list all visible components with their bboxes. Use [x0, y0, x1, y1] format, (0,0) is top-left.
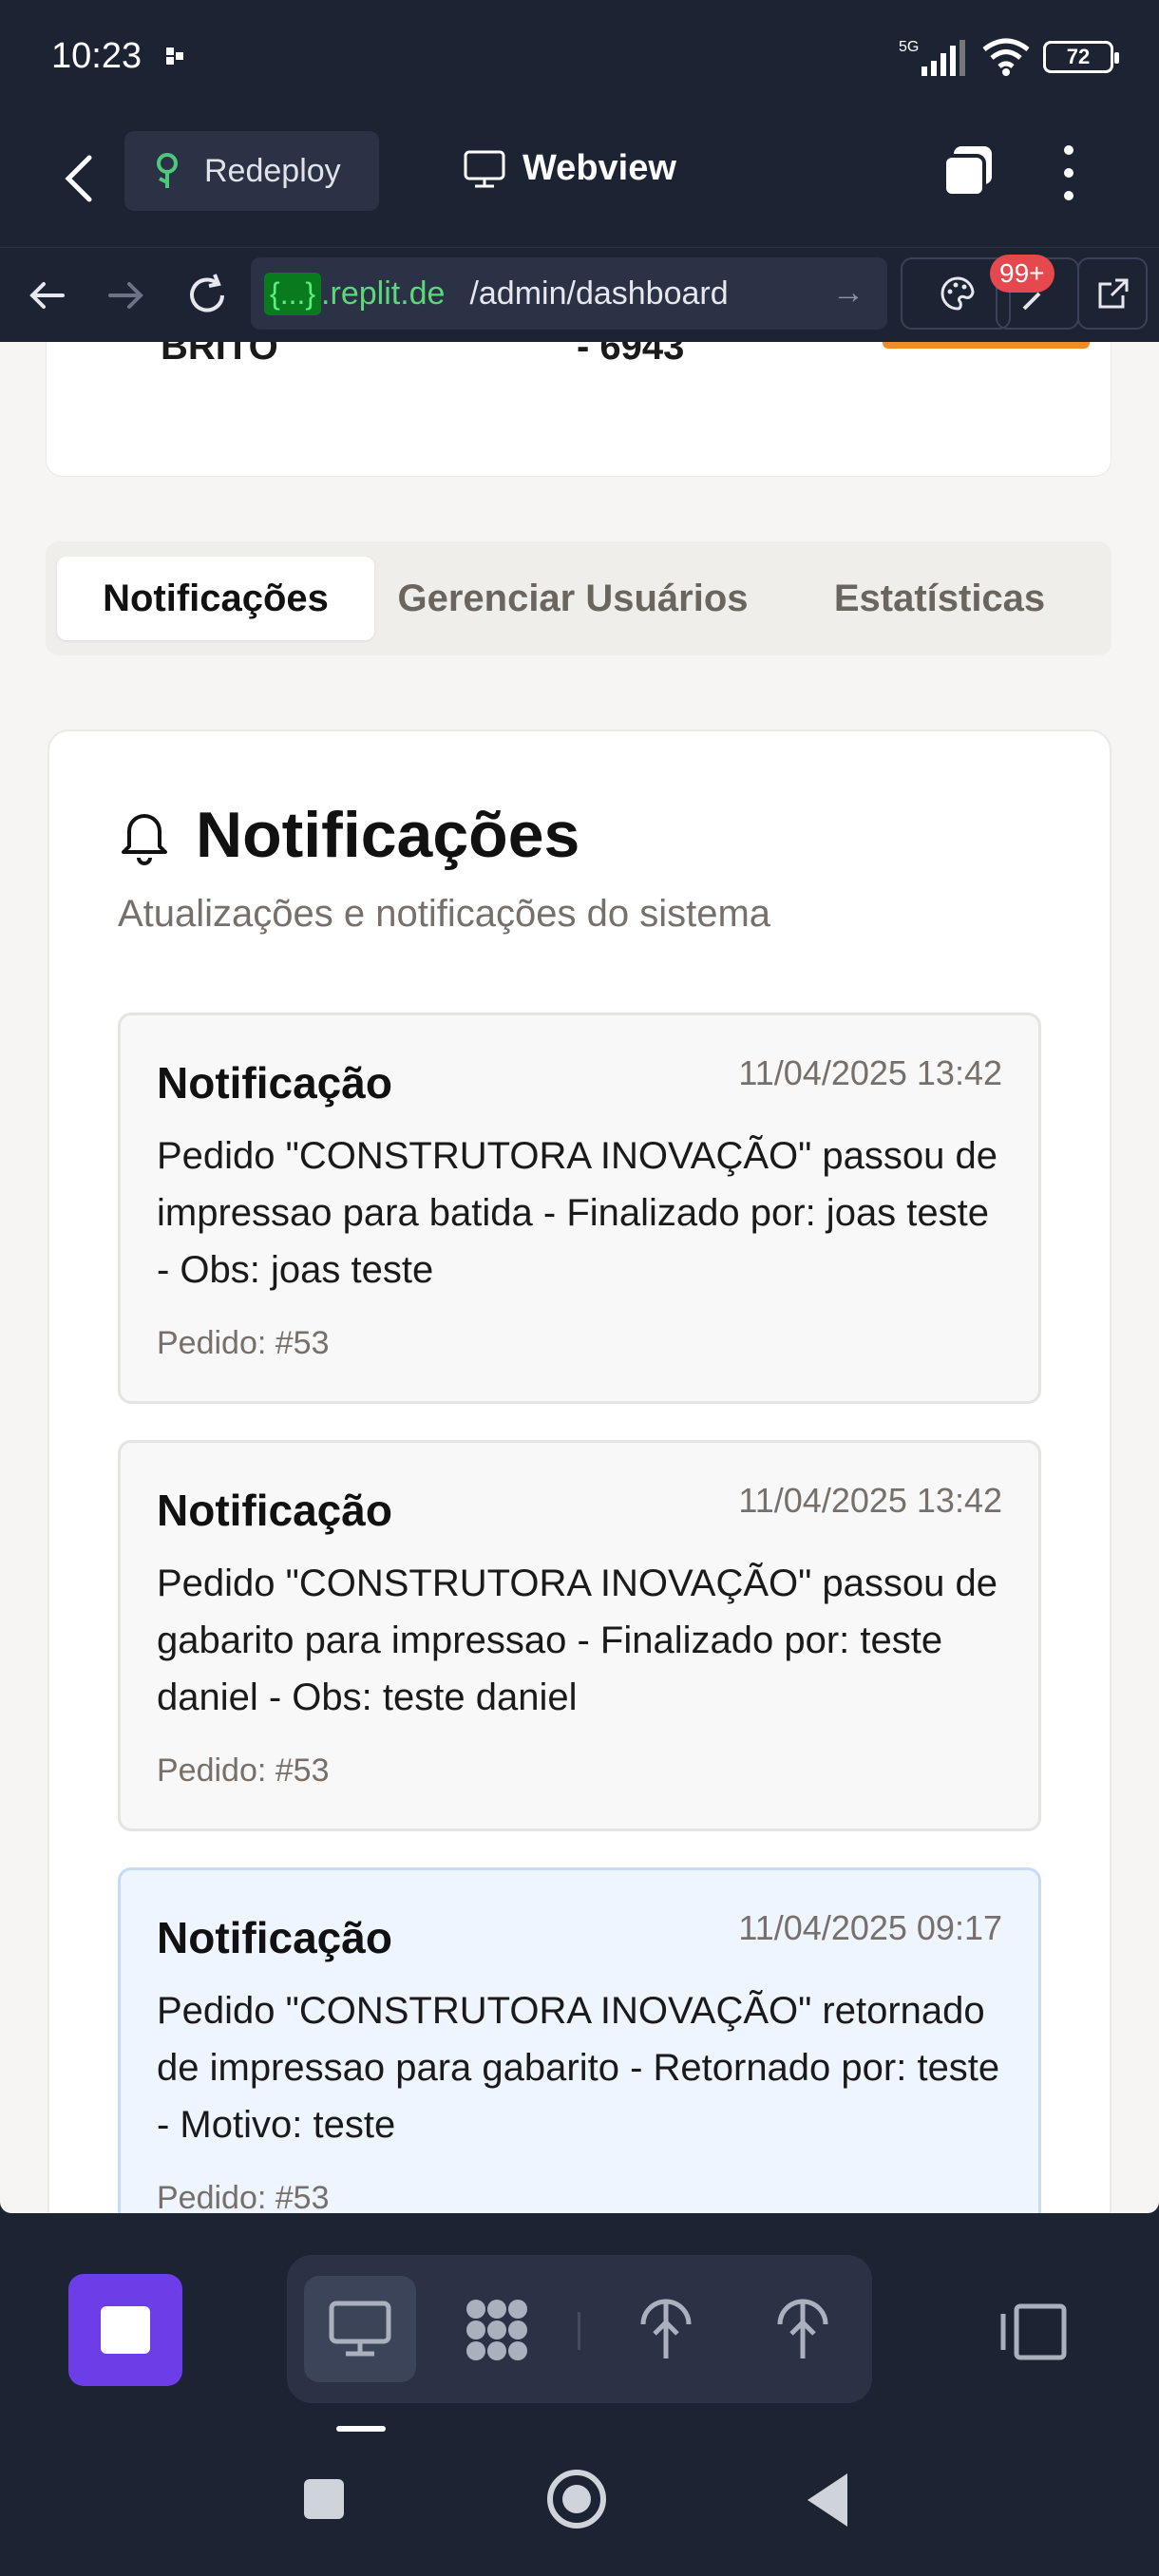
notification-dot-icon — [166, 47, 183, 65]
reload-icon[interactable] — [180, 269, 234, 322]
notification-count-badge: 99+ — [990, 255, 1054, 293]
side-panel-icon[interactable] — [998, 2301, 1068, 2363]
go-arrow-icon[interactable]: → — [832, 275, 864, 312]
notification-message: Pedido "CONSTRUTORA INOVAÇÃO" passou de … — [157, 1563, 998, 1718]
previous-card-name: BRITO — [161, 342, 278, 368]
tab-estatisticas[interactable]: Estatísticas — [781, 557, 1098, 640]
notification-order: Pedido: #53 — [157, 1325, 330, 1361]
monitor-icon — [329, 2301, 391, 2357]
url-bar[interactable]: {...} .replit.de /admin/dashboard → — [251, 257, 887, 330]
url-chip: {...} — [264, 272, 322, 315]
svg-text:5G: 5G — [899, 39, 919, 55]
palette-icon — [940, 276, 975, 311]
webview-content: BRITO - 6943 Notificações Gerenciar Usuá… — [0, 342, 1159, 2213]
status-bar: 10:23 5G 72 — [0, 0, 1159, 114]
notification-title: Notificação — [157, 1486, 392, 1535]
tab-list: Notificações Gerenciar Usuários Estatíst… — [46, 541, 1112, 655]
app-bar: Redeploy Webview — [0, 114, 1159, 247]
notification-order: Pedido: #53 — [157, 1752, 330, 1789]
notification-message: Pedido "CONSTRUTORA INOVAÇÃO" retornado … — [157, 1990, 1000, 2146]
deploy-icon — [640, 2299, 692, 2358]
url-path: /admin/dashboard — [469, 275, 729, 312]
dock-workspace-tab[interactable] — [441, 2276, 553, 2382]
status-badge — [883, 342, 1090, 349]
dock-webview-tab[interactable] — [304, 2276, 416, 2382]
redeploy-label: Redeploy — [204, 152, 341, 189]
previous-card-number: - 6943 — [577, 342, 685, 368]
notification-date: 11/04/2025 09:17 — [738, 1908, 1002, 1947]
dock-deploy-tab[interactable] — [610, 2276, 722, 2382]
tab-gerenciar-usuarios[interactable]: Gerenciar Usuários — [388, 557, 758, 640]
bell-icon — [122, 814, 167, 865]
browser-toolbar: {...} .replit.de /admin/dashboard → — [0, 247, 1159, 342]
notification-title: Notificação — [157, 1913, 392, 1962]
deploy-icon — [777, 2299, 828, 2358]
notification-date: 11/04/2025 13:42 — [738, 1481, 1002, 1520]
notification-item-unread[interactable]: Notificação 11/04/2025 09:17 Pedido "CON… — [118, 1867, 1041, 2213]
panel-description: Atualizações e notificações do sistema — [118, 893, 771, 935]
dock-deploy-tab-2[interactable] — [747, 2276, 859, 2382]
notification-item[interactable]: Notificação 11/04/2025 13:42 Pedido "CON… — [118, 1013, 1041, 1404]
recents-icon[interactable] — [304, 2479, 344, 2519]
dock-divider — [578, 2312, 580, 2350]
stop-button[interactable] — [68, 2274, 182, 2386]
browser-back-icon[interactable] — [21, 269, 74, 322]
status-indicators: 5G 72 — [899, 38, 1119, 76]
url-domain: .replit.de — [321, 275, 446, 312]
monitor-icon — [464, 150, 505, 187]
back-arrow-icon[interactable] — [55, 150, 103, 207]
more-vertical-icon[interactable] — [1054, 142, 1083, 203]
stop-icon — [101, 2306, 150, 2354]
home-icon[interactable] — [547, 2470, 606, 2529]
battery-indicator: 72 — [1043, 41, 1119, 73]
status-time: 10:23 — [51, 36, 142, 76]
tabs-icon[interactable] — [940, 142, 998, 199]
grid-dots-icon — [466, 2300, 527, 2360]
notifications-panel: Notificações Atualizações e notificações… — [48, 729, 1112, 2213]
bottom-dock — [0, 2213, 1159, 2432]
system-back-icon[interactable] — [808, 2473, 847, 2527]
browser-forward-icon[interactable] — [99, 269, 152, 322]
external-link-icon — [1098, 278, 1129, 309]
tab-notificacoes[interactable]: Notificações — [57, 557, 374, 640]
wifi-icon — [982, 38, 1030, 76]
notification-message: Pedido "CONSTRUTORA INOVAÇÃO" passou de … — [157, 1135, 998, 1291]
open-external-button[interactable] — [1077, 257, 1148, 330]
signal-icon: 5G — [899, 39, 965, 76]
previous-card: BRITO - 6943 — [46, 342, 1112, 477]
tree-icon — [157, 153, 178, 188]
panel-title: Notificações — [196, 799, 580, 871]
notification-order: Pedido: #53 — [157, 2180, 330, 2213]
webview-title[interactable]: Webview — [464, 148, 676, 189]
dock-tabs — [287, 2255, 872, 2403]
panel-header: Notificações — [116, 798, 580, 872]
notification-item[interactable]: Notificação 11/04/2025 13:42 Pedido "CON… — [118, 1440, 1041, 1831]
notification-title: Notificação — [157, 1058, 392, 1108]
system-navigation-bar — [0, 2432, 1159, 2576]
notification-date: 11/04/2025 13:42 — [738, 1053, 1002, 1092]
webview-label: Webview — [522, 148, 676, 188]
redeploy-button[interactable]: Redeploy — [124, 131, 379, 211]
